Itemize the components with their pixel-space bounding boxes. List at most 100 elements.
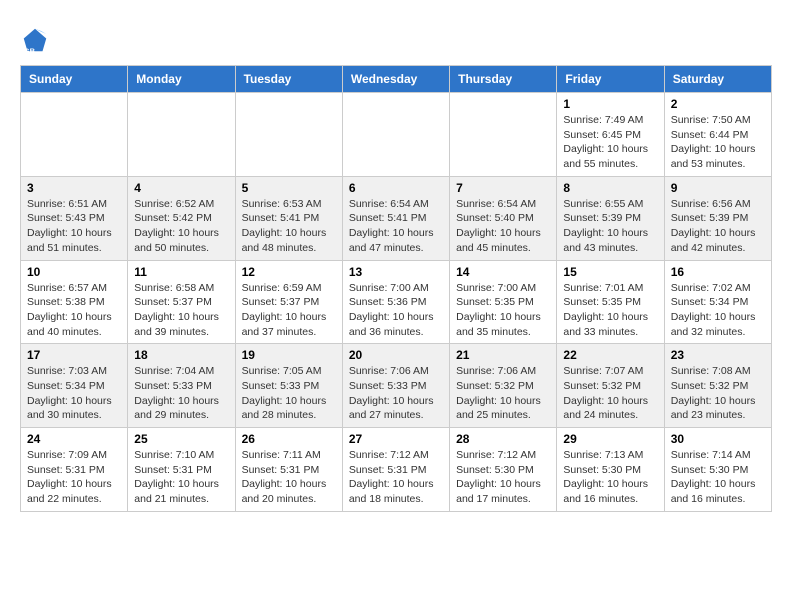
calendar-cell: 16 Sunrise: 7:02 AM Sunset: 5:34 PM Dayli… [664,260,771,344]
day-info: Sunrise: 7:02 AM Sunset: 5:34 PM Dayligh… [671,281,765,340]
day-number: 1 [563,97,657,111]
calendar-cell: 19 Sunrise: 7:05 AM Sunset: 5:33 PM Dayli… [235,344,342,428]
day-number: 7 [456,181,550,195]
calendar-cell: 7Sunrise: 6:54 AM Sunset: 5:40 PM Daylig… [450,176,557,260]
day-number: 10 [27,265,121,279]
calendar-cell: 24 Sunrise: 7:09 AM Sunset: 5:31 PM Dayli… [21,428,128,512]
day-number: 13 [349,265,443,279]
calendar-cell: 29 Sunrise: 7:13 AM Sunset: 5:30 PM Dayli… [557,428,664,512]
day-info: Sunrise: 7:04 AM Sunset: 5:33 PM Dayligh… [134,364,228,423]
day-number: 4 [134,181,228,195]
day-number: 9 [671,181,765,195]
day-number: 2 [671,97,765,111]
calendar-cell: 26 Sunrise: 7:11 AM Sunset: 5:31 PM Dayli… [235,428,342,512]
day-info: Sunrise: 6:53 AM Sunset: 5:41 PM Dayligh… [242,197,336,256]
calendar-cell: 17 Sunrise: 7:03 AM Sunset: 5:34 PM Dayli… [21,344,128,428]
day-info: Sunrise: 7:05 AM Sunset: 5:33 PM Dayligh… [242,364,336,423]
day-number: 17 [27,348,121,362]
day-info: Sunrise: 7:10 AM Sunset: 5:31 PM Dayligh… [134,448,228,507]
day-info: Sunrise: 7:01 AM Sunset: 5:35 PM Dayligh… [563,281,657,340]
day-number: 21 [456,348,550,362]
calendar-cell: 10 Sunrise: 6:57 AM Sunset: 5:38 PM Dayli… [21,260,128,344]
day-info: Sunrise: 7:50 AM Sunset: 6:44 PM Dayligh… [671,113,765,172]
day-info: Sunrise: 7:08 AM Sunset: 5:32 PM Dayligh… [671,364,765,423]
calendar-cell: 13Sunrise: 7:00 AM Sunset: 5:36 PM Dayli… [342,260,449,344]
calendar-cell [450,93,557,177]
day-number: 28 [456,432,550,446]
page-header: GB [20,20,772,55]
calendar-cell: 11 Sunrise: 6:58 AM Sunset: 5:37 PM Dayli… [128,260,235,344]
day-info: Sunrise: 7:11 AM Sunset: 5:31 PM Dayligh… [242,448,336,507]
calendar-cell: 27 Sunrise: 7:12 AM Sunset: 5:31 PM Dayli… [342,428,449,512]
day-number: 15 [563,265,657,279]
logo-icon: GB [20,25,50,55]
day-of-week-header: Tuesday [235,66,342,93]
day-info: Sunrise: 6:55 AM Sunset: 5:39 PM Dayligh… [563,197,657,256]
calendar-cell: 30 Sunrise: 7:14 AM Sunset: 5:30 PM Dayli… [664,428,771,512]
day-info: Sunrise: 6:58 AM Sunset: 5:37 PM Dayligh… [134,281,228,340]
calendar-week-row: 10 Sunrise: 6:57 AM Sunset: 5:38 PM Dayli… [21,260,772,344]
calendar-cell: 1Sunrise: 7:49 AM Sunset: 6:45 PM Daylig… [557,93,664,177]
calendar-week-row: 17 Sunrise: 7:03 AM Sunset: 5:34 PM Dayli… [21,344,772,428]
day-number: 19 [242,348,336,362]
day-info: Sunrise: 7:06 AM Sunset: 5:33 PM Dayligh… [349,364,443,423]
day-info: Sunrise: 7:03 AM Sunset: 5:34 PM Dayligh… [27,364,121,423]
day-number: 30 [671,432,765,446]
day-number: 8 [563,181,657,195]
day-info: Sunrise: 7:09 AM Sunset: 5:31 PM Dayligh… [27,448,121,507]
calendar-cell [235,93,342,177]
day-number: 6 [349,181,443,195]
day-of-week-header: Saturday [664,66,771,93]
calendar-cell: 14Sunrise: 7:00 AM Sunset: 5:35 PM Dayli… [450,260,557,344]
day-info: Sunrise: 6:52 AM Sunset: 5:42 PM Dayligh… [134,197,228,256]
calendar-cell [21,93,128,177]
logo: GB [20,25,54,55]
day-number: 5 [242,181,336,195]
calendar-cell: 23 Sunrise: 7:08 AM Sunset: 5:32 PM Dayli… [664,344,771,428]
day-info: Sunrise: 6:54 AM Sunset: 5:41 PM Dayligh… [349,197,443,256]
calendar-week-row: 24 Sunrise: 7:09 AM Sunset: 5:31 PM Dayli… [21,428,772,512]
day-info: Sunrise: 7:13 AM Sunset: 5:30 PM Dayligh… [563,448,657,507]
day-info: Sunrise: 6:56 AM Sunset: 5:39 PM Dayligh… [671,197,765,256]
day-number: 20 [349,348,443,362]
day-of-week-header: Thursday [450,66,557,93]
calendar-cell: 4 Sunrise: 6:52 AM Sunset: 5:42 PM Daylig… [128,176,235,260]
day-number: 18 [134,348,228,362]
calendar-cell: 22 Sunrise: 7:07 AM Sunset: 5:32 PM Dayli… [557,344,664,428]
calendar-cell: 9 Sunrise: 6:56 AM Sunset: 5:39 PM Daylig… [664,176,771,260]
day-info: Sunrise: 7:07 AM Sunset: 5:32 PM Dayligh… [563,364,657,423]
day-of-week-header: Wednesday [342,66,449,93]
day-number: 14 [456,265,550,279]
calendar-cell: 3 Sunrise: 6:51 AM Sunset: 5:43 PM Daylig… [21,176,128,260]
calendar-cell [342,93,449,177]
day-number: 26 [242,432,336,446]
day-info: Sunrise: 6:51 AM Sunset: 5:43 PM Dayligh… [27,197,121,256]
day-info: Sunrise: 7:12 AM Sunset: 5:31 PM Dayligh… [349,448,443,507]
day-of-week-header: Sunday [21,66,128,93]
calendar-cell [128,93,235,177]
day-number: 25 [134,432,228,446]
day-info: Sunrise: 7:14 AM Sunset: 5:30 PM Dayligh… [671,448,765,507]
day-number: 3 [27,181,121,195]
day-number: 27 [349,432,443,446]
day-info: Sunrise: 7:12 AM Sunset: 5:30 PM Dayligh… [456,448,550,507]
day-of-week-header: Friday [557,66,664,93]
day-number: 22 [563,348,657,362]
calendar-cell: 28 Sunrise: 7:12 AM Sunset: 5:30 PM Dayli… [450,428,557,512]
calendar-cell: 18 Sunrise: 7:04 AM Sunset: 5:33 PM Dayli… [128,344,235,428]
calendar-cell: 6 Sunrise: 6:54 AM Sunset: 5:41 PM Daylig… [342,176,449,260]
svg-text:GB: GB [24,47,36,56]
calendar-cell: 25 Sunrise: 7:10 AM Sunset: 5:31 PM Dayli… [128,428,235,512]
day-number: 24 [27,432,121,446]
day-info: Sunrise: 6:59 AM Sunset: 5:37 PM Dayligh… [242,281,336,340]
day-number: 16 [671,265,765,279]
day-number: 29 [563,432,657,446]
day-info: Sunrise: 6:57 AM Sunset: 5:38 PM Dayligh… [27,281,121,340]
day-number: 12 [242,265,336,279]
calendar-cell: 21Sunrise: 7:06 AM Sunset: 5:32 PM Dayli… [450,344,557,428]
day-number: 11 [134,265,228,279]
day-number: 23 [671,348,765,362]
calendar-cell: 2 Sunrise: 7:50 AM Sunset: 6:44 PM Daylig… [664,93,771,177]
calendar-cell: 12 Sunrise: 6:59 AM Sunset: 5:37 PM Dayli… [235,260,342,344]
calendar-header-row: SundayMondayTuesdayWednesdayThursdayFrid… [21,66,772,93]
